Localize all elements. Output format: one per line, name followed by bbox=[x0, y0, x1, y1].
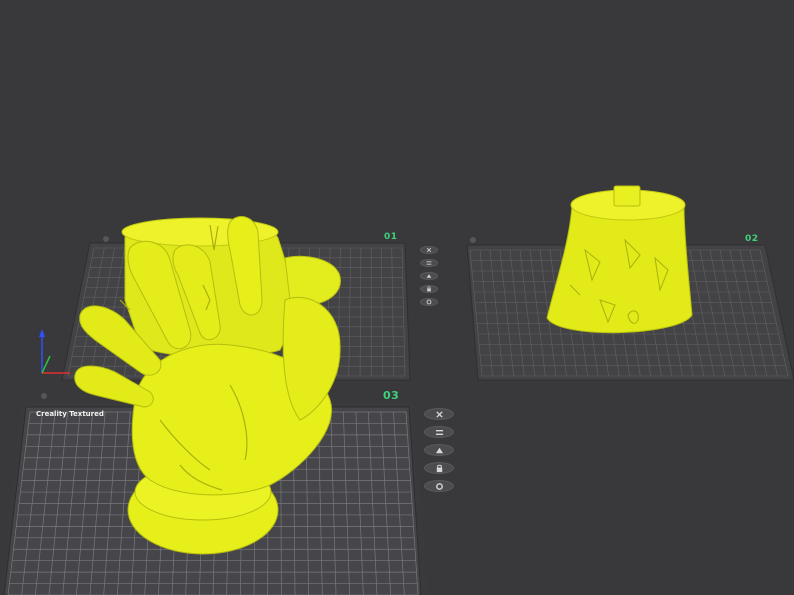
lock-icon bbox=[436, 464, 442, 472]
plate-3-marker-icon bbox=[41, 393, 47, 399]
settings-icon bbox=[426, 299, 432, 305]
plate-1-arrange-button[interactable] bbox=[420, 259, 438, 267]
plate-1-orient-button[interactable] bbox=[420, 272, 438, 280]
plate-3-lock-button[interactable] bbox=[424, 462, 454, 474]
build-scene[interactable] bbox=[0, 0, 794, 595]
arrange-icon bbox=[426, 261, 432, 265]
close-icon bbox=[435, 410, 443, 418]
plate-3-number[interactable]: 03 bbox=[383, 389, 399, 402]
plate-2-marker-icon bbox=[470, 237, 476, 243]
lock-icon bbox=[427, 286, 431, 292]
pot-model-2[interactable] bbox=[546, 185, 693, 334]
plate-1-lock-button[interactable] bbox=[420, 285, 438, 293]
plate-2-number[interactable]: 02 bbox=[745, 234, 759, 244]
plate-3-settings-button[interactable] bbox=[424, 480, 454, 492]
z-axis-arrow-icon bbox=[39, 329, 45, 337]
plate-3-toolbar bbox=[424, 408, 454, 492]
close-icon bbox=[426, 247, 432, 253]
3d-viewport[interactable]: 01 02 03 Creality Textured bbox=[0, 0, 794, 595]
plate-1-marker-icon bbox=[103, 236, 109, 242]
y-axis bbox=[41, 355, 51, 374]
plate-3-surface-label: Creality Textured bbox=[36, 410, 104, 418]
plate-3-close-button[interactable] bbox=[424, 408, 454, 420]
orient-icon bbox=[435, 447, 443, 453]
plate-3-arrange-button[interactable] bbox=[424, 426, 454, 438]
plate-1-number[interactable]: 01 bbox=[384, 232, 398, 242]
settings-icon bbox=[435, 482, 443, 490]
plate-1-close-button[interactable] bbox=[420, 246, 438, 254]
plate-1-toolbar bbox=[420, 246, 438, 306]
plate-1-settings-button[interactable] bbox=[420, 298, 438, 306]
plate-3-orient-button[interactable] bbox=[424, 444, 454, 456]
orient-icon bbox=[426, 274, 432, 278]
arrange-icon bbox=[435, 429, 443, 435]
